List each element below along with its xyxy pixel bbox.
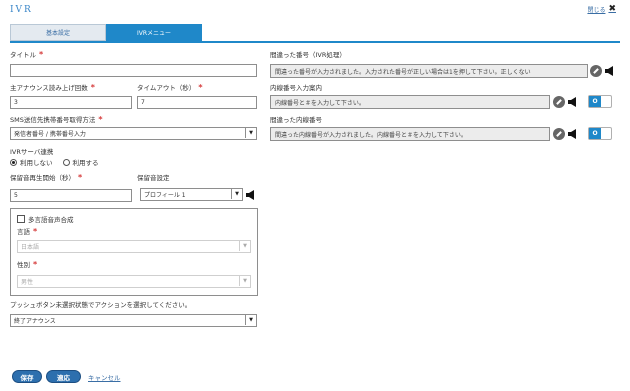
required-mark: * [33,227,38,236]
timeout-label-text: タイムアウト（秒） [137,84,196,92]
main-announce-label-text: 主アナウンス読み上げ回数 [10,84,88,92]
language-label-text: 言語 [17,228,30,236]
ivr-server-option-off[interactable]: 利用しない [10,157,53,167]
speaker-icon[interactable] [567,128,581,140]
title-input[interactable] [10,64,257,77]
close-icon[interactable]: ✖ [608,4,616,14]
hold-start-input[interactable]: 5 [10,189,132,202]
save-button[interactable]: 保存 [12,370,42,383]
pushbutton-action-value: 終了アナウンス [14,318,56,325]
speaker-icon[interactable] [567,96,581,108]
required-mark: * [198,83,203,92]
wrong-number-label: 間違った番号（IVR処理） [270,51,346,59]
main-announce-label: 主アナウンス読み上げ回数 * [10,82,95,92]
multilang-checkbox-row[interactable]: 多言語音声合成 [17,214,74,224]
sms-method-value: 発信者番号 / 携帯番号入力 [14,131,86,138]
tab-ivr-menu[interactable]: IVRメニュー [106,24,202,41]
wrong-extension-toggle[interactable]: O [588,127,612,140]
wrong-extension-field: 間違った内線番号が入力されました。内線番号と＃を入力して下さい。 [270,127,550,141]
extension-toggle[interactable]: O [588,95,612,108]
gender-label-text: 性別 [17,261,30,269]
hold-setting-label: 保留音設定 [137,174,170,182]
radio-selected-icon[interactable] [10,158,17,166]
extension-field: 内線番号と＃を入力して下さい。 [270,95,550,109]
pushbutton-label: プッシュボタン未選択状態でアクションを選択してください。 [10,301,192,309]
speaker-icon[interactable] [245,189,259,201]
multilang-label: 多言語音声合成 [28,216,74,224]
hold-setting-value: プロフィール 1 [144,192,186,199]
required-mark: * [39,50,44,59]
chevron-down-icon[interactable]: ▼ [239,276,250,286]
timeout-input[interactable]: 7 [137,96,257,109]
ivr-server-option-on[interactable]: 利用する [62,157,99,167]
ivr-server-option-off-label: 利用しない [20,159,53,167]
gender-value: 男性 [21,279,34,286]
edit-icon[interactable] [590,65,602,77]
chevron-down-icon[interactable]: ▼ [245,128,256,138]
close-label[interactable]: 閉じる [587,5,605,14]
required-mark: * [98,115,103,124]
tab-bar: 基本設定 IVRメニュー [10,24,202,41]
ivr-server-label: IVRサーバ連携 [10,148,54,156]
close-button[interactable]: 閉じる ✖ [587,4,616,14]
chevron-down-icon[interactable]: ▼ [239,241,250,251]
multilang-panel: 多言語音声合成 言語 * 日本語 ▼ 性別 * 男性 ▼ [10,208,258,296]
timeout-label: タイムアウト（秒） * [137,82,203,92]
language-label: 言語 * [17,226,37,236]
gender-label: 性別 * [17,259,37,269]
hold-start-label: 保留音再生開始（秒） * [10,172,82,182]
required-mark: * [78,173,83,182]
sms-label: SMS送信先携帯番号取得方法 * [10,114,103,124]
tab-underline [10,41,620,43]
speaker-icon[interactable] [604,65,618,77]
main-announce-input[interactable]: 3 [10,96,132,109]
ivr-server-option-on-label: 利用する [72,159,99,167]
apply-button[interactable]: 適応 [46,370,81,383]
wrong-extension-label: 間違った内線番号 [270,116,322,124]
title-label-text: タイトル [10,51,36,59]
pushbutton-action-select[interactable]: 終了アナウンス ▼ [10,314,257,327]
toggle-knob[interactable]: O [589,96,601,107]
edit-icon[interactable] [553,128,565,140]
page-title: IVR [10,5,33,15]
language-select[interactable]: 日本語 ▼ [17,240,251,253]
sms-label-text: SMS送信先携帯番号取得方法 [10,116,96,124]
cancel-link[interactable]: キャンセル [88,372,121,382]
multilang-checkbox[interactable] [17,215,25,223]
sms-method-select[interactable]: 発信者番号 / 携帯番号入力 ▼ [10,127,257,140]
radio-unselected-icon[interactable] [62,158,70,166]
required-mark: * [90,83,95,92]
gender-select[interactable]: 男性 ▼ [17,275,251,288]
hold-setting-select[interactable]: プロフィール 1 ▼ [140,188,243,201]
title-label: タイトル * [10,49,43,59]
extension-label: 内線番号入力案内 [270,84,322,92]
ivr-server-radio-group: 利用しない 利用する [10,157,99,167]
toggle-knob[interactable]: O [589,128,601,139]
language-value: 日本語 [21,244,40,251]
chevron-down-icon[interactable]: ▼ [245,315,256,325]
required-mark: * [33,260,38,269]
wrong-number-field: 間違った番号が入力されました。入力された番号が正しい場合は1を押して下さい。正し… [270,64,588,78]
edit-icon[interactable] [553,96,565,108]
chevron-down-icon[interactable]: ▼ [231,189,242,199]
hold-start-label-text: 保留音再生開始（秒） [10,174,75,182]
tab-basic-settings[interactable]: 基本設定 [10,24,106,41]
